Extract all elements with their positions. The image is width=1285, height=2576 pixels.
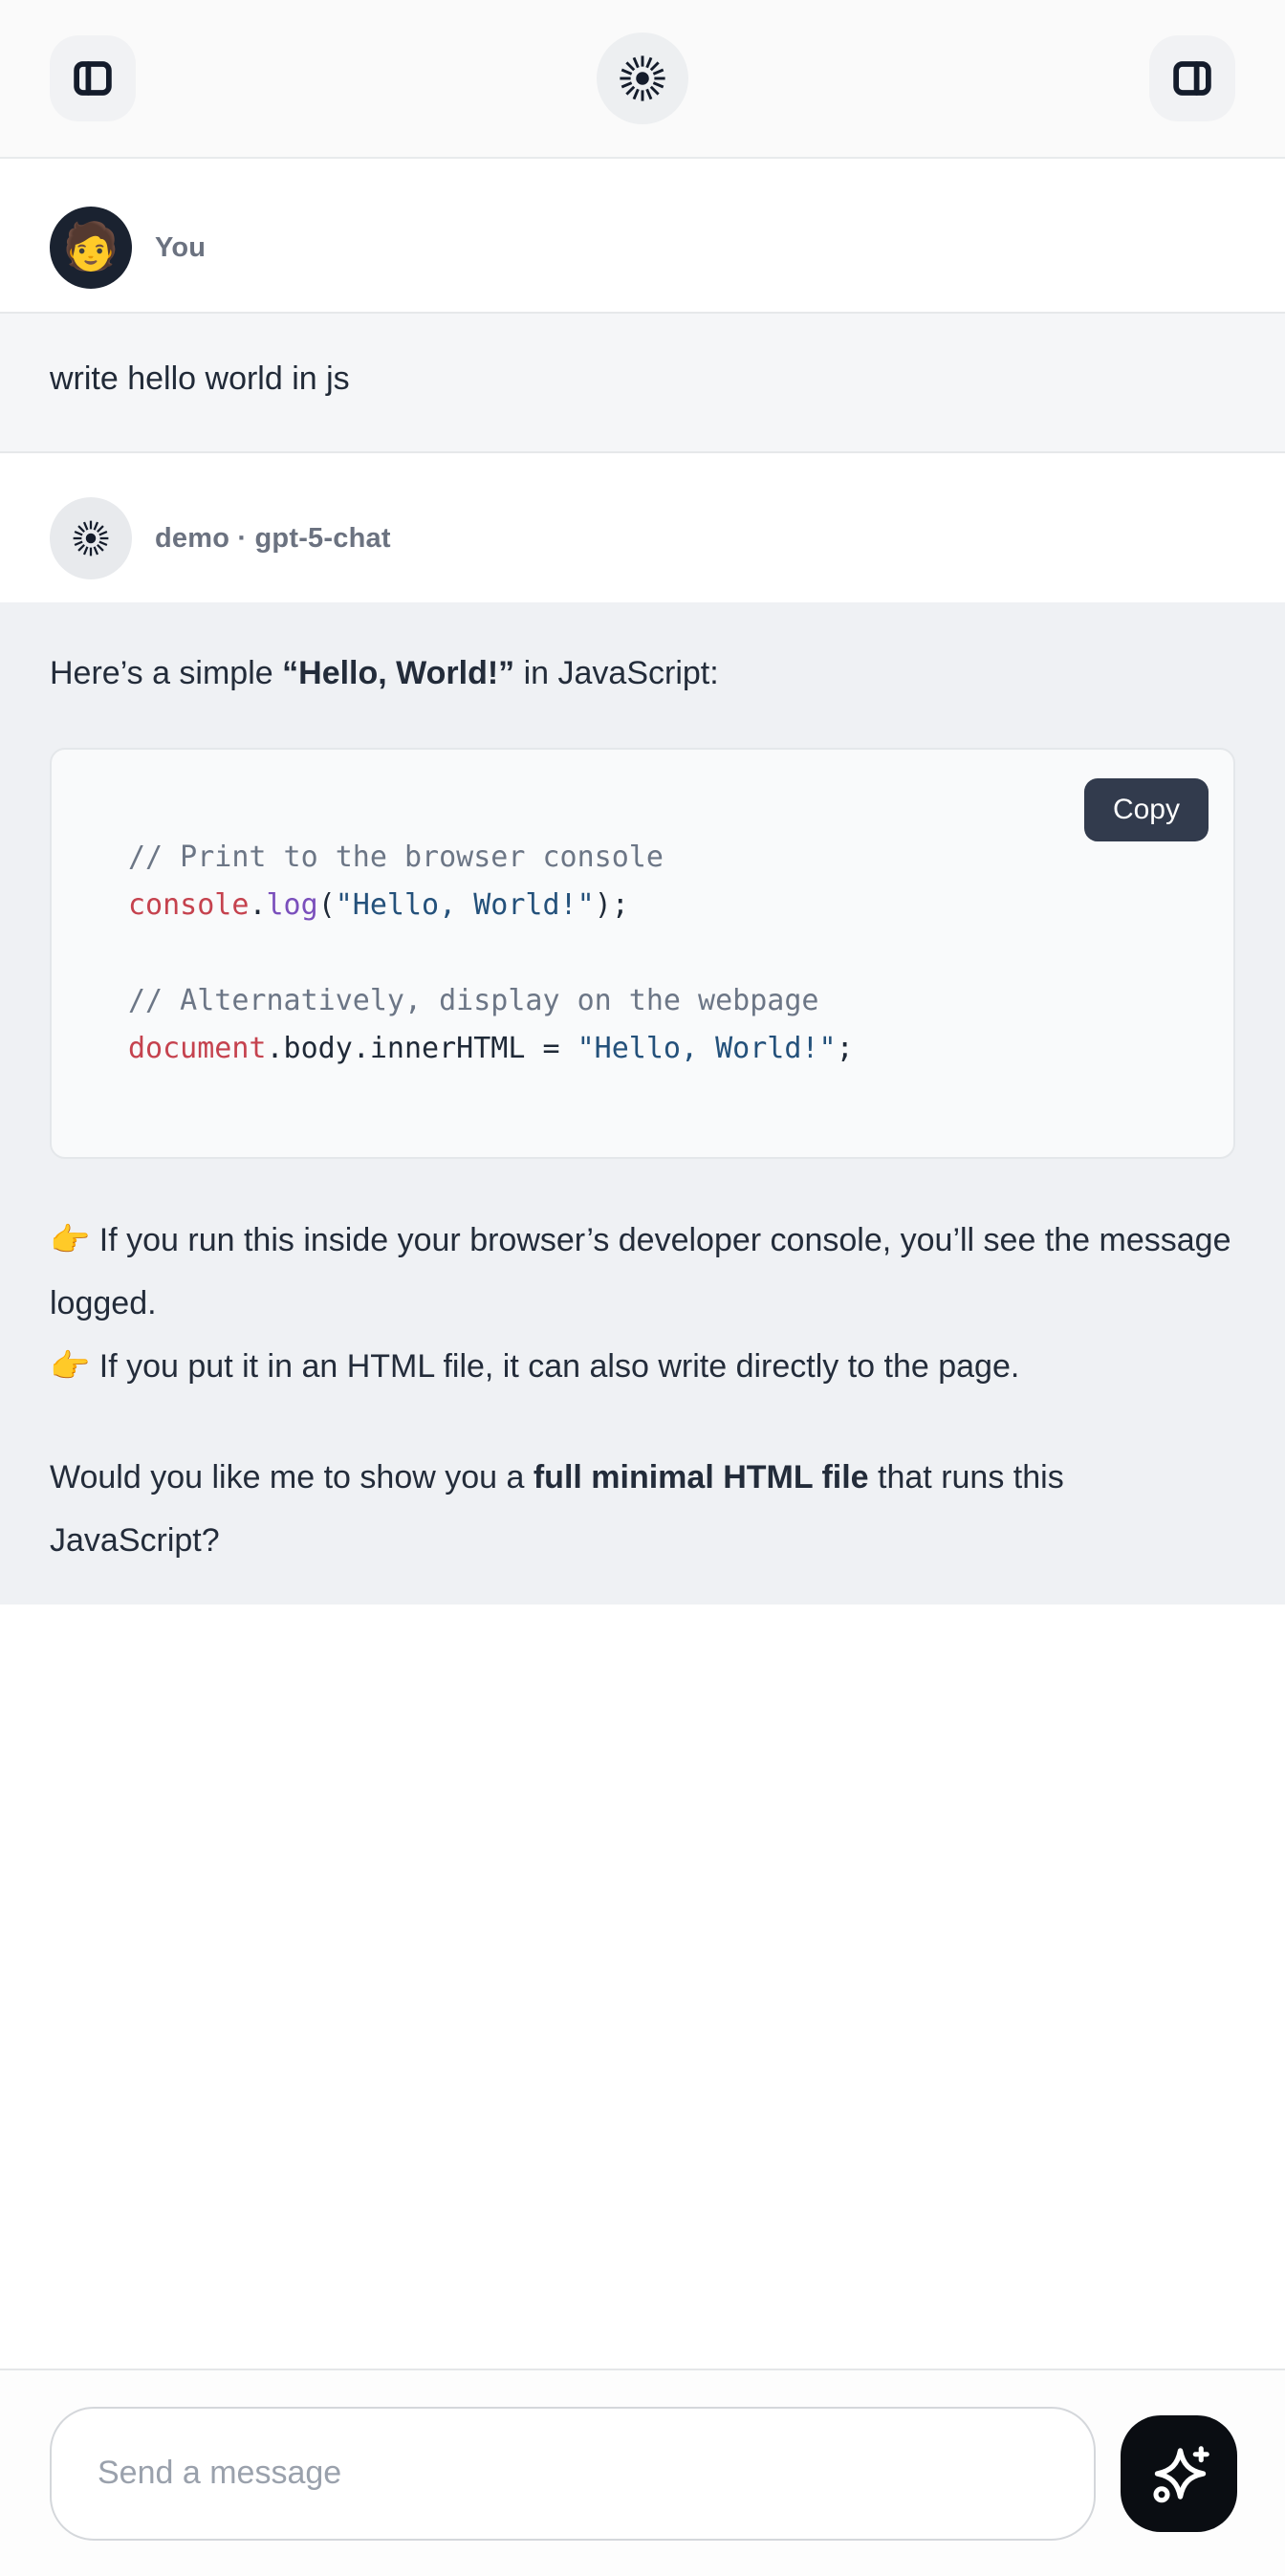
user-sender-label: You [155,232,206,264]
panel-left-icon [71,56,115,100]
code-block: Copy // Print to the browser console con… [50,748,1235,1159]
user-message-bubble: write hello world in js [0,312,1285,453]
assistant-note-2: 👉 If you put it in an HTML file, it can … [50,1335,1235,1398]
assistant-meta-row: demo · gpt-5-chat [0,453,1285,602]
user-avatar-emoji: 🧑 [62,225,120,271]
code-content: // Print to the browser console console.… [52,750,1233,1157]
top-bar [0,0,1285,159]
assistant-message-bubble: Here’s a simple “Hello, World!” in JavaS… [0,602,1285,1605]
user-meta-row: 🧑 You [0,159,1285,312]
composer-bar [0,2369,1285,2576]
message-input[interactable] [50,2407,1096,2541]
assistant-note-1: 👉 If you run this inside your browser’s … [50,1209,1235,1335]
chat-app: 🧑 You write hello world in js [0,0,1285,2576]
panel-toggle-button[interactable] [1149,35,1235,121]
empty-scroll-area [0,1605,1285,2369]
panel-right-icon [1170,56,1214,100]
user-avatar: 🧑 [50,207,132,289]
assistant-intro-text: Here’s a simple “Hello, World!” in JavaS… [50,650,1235,696]
assistant-avatar [50,497,132,579]
user-message-text: write hello world in js [50,360,350,397]
sidebar-toggle-button[interactable] [50,35,136,121]
assistant-question-text: Would you like me to show you a full min… [50,1446,1235,1572]
sparkle-icon [1144,2439,1213,2508]
model-spinner-button[interactable] [597,33,688,124]
starburst-icon [617,53,668,104]
send-button[interactable] [1121,2415,1237,2532]
starburst-icon [71,518,111,558]
assistant-sender-label: demo · gpt-5-chat [155,523,391,555]
copy-code-button[interactable]: Copy [1084,778,1209,841]
